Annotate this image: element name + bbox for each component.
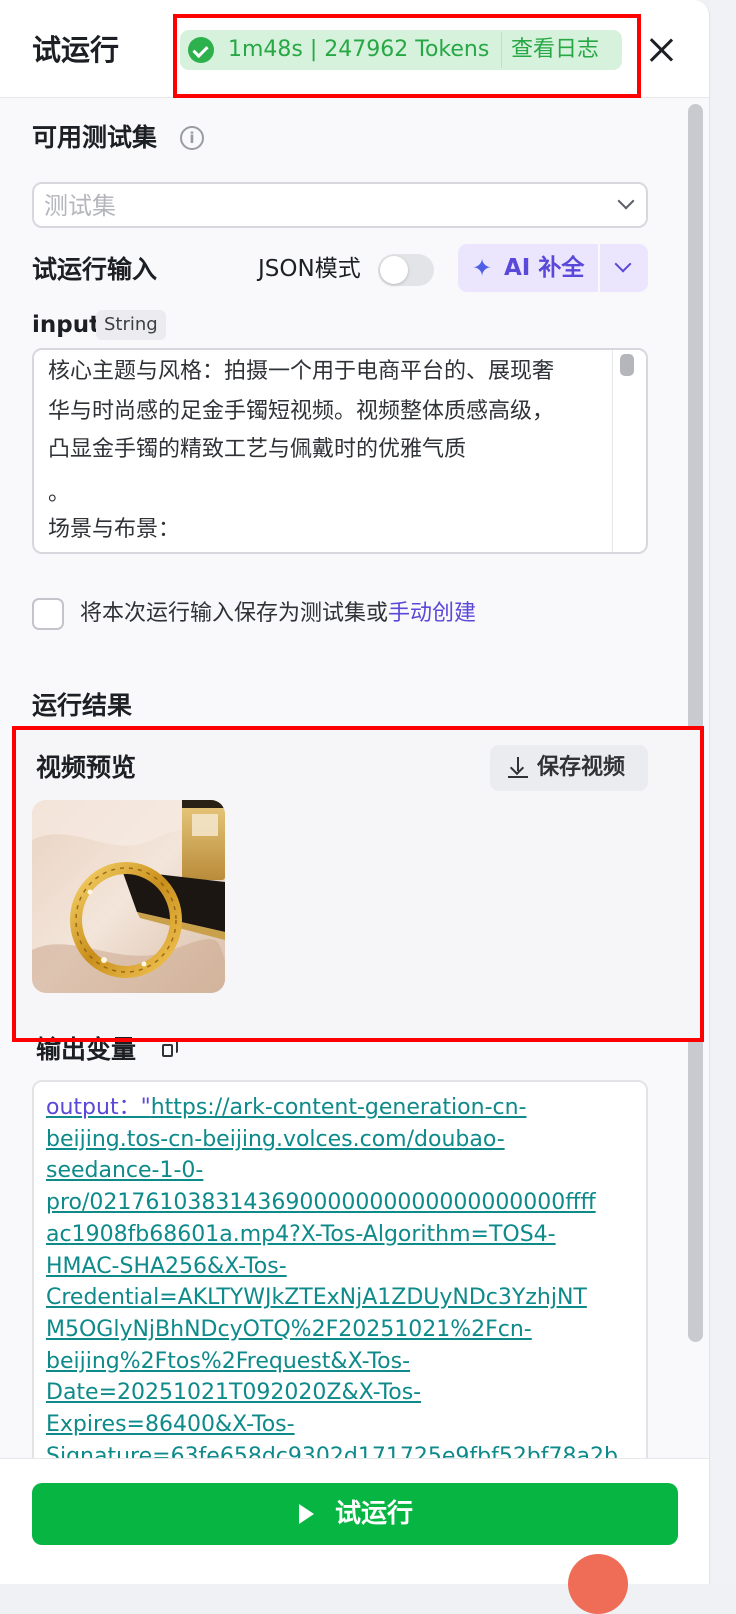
close-icon[interactable]: [646, 34, 676, 64]
input-text-line: 核心主题与风格：拍摄一个用于电商平台的、展现奢: [48, 359, 555, 384]
input-text-line: 华与时尚感的足金手镯短视频。视频整体质感高级，: [48, 399, 555, 424]
floating-assistant-button[interactable]: [568, 1554, 628, 1614]
panel-scrollbar-thumb[interactable]: [688, 104, 703, 1342]
input-text-line: 凸显金手镯的精致工艺与佩戴时的优雅气质: [48, 437, 467, 462]
chevron-down-icon: [617, 192, 635, 210]
test-set-placeholder: 测试集: [44, 192, 116, 220]
test-run-label: 试运行: [335, 1499, 414, 1529]
chevron-down-icon: [614, 255, 632, 273]
save-as-test-set-text: 将本次运行输入保存为测试集或手动创建: [80, 598, 476, 630]
ai-complete-label: AI 补全: [504, 255, 585, 281]
output-line[interactable]: HMAC-SHA256&X-Tos-: [46, 1251, 287, 1283]
info-icon[interactable]: i: [180, 126, 204, 150]
test-set-select[interactable]: 测试集: [32, 182, 648, 228]
textarea-scrollbar-thumb[interactable]: [620, 354, 634, 376]
output-line[interactable]: beijing.tos-cn-beijing.volces.com/doubao…: [46, 1124, 505, 1156]
output-line[interactable]: output："https://ark-content-generation-c…: [46, 1092, 526, 1124]
save-option-text: 将本次运行输入保存为测试集或: [80, 601, 389, 626]
input-type-badge: String: [96, 310, 166, 340]
output-line[interactable]: pro/0217610383143690000000000000000000ff…: [46, 1187, 596, 1219]
output-line[interactable]: Credential=AKLTYWJkZTExNjA1ZDUyNDc3YzhjN…: [46, 1282, 587, 1314]
json-mode-toggle[interactable]: [378, 254, 434, 286]
save-as-test-set-checkbox[interactable]: [32, 598, 64, 630]
page-title: 试运行: [32, 33, 120, 67]
toggle-knob: [380, 256, 408, 284]
sparkle-icon: ✦: [472, 254, 493, 282]
json-mode-label: JSON模式: [258, 256, 361, 282]
input-text-line: 场景与布景：: [48, 517, 181, 542]
right-gutter: [711, 0, 736, 1584]
input-textarea[interactable]: 核心主题与风格：拍摄一个用于电商平台的、展现奢 华与时尚感的足金手镯短视频。视频…: [32, 348, 648, 554]
test-set-label: 可用测试集: [32, 123, 158, 152]
test-run-panel: 试运行 1m48s | 247962 Tokens 查看日志 可用测试集 i 测…: [0, 0, 710, 1584]
manual-create-link[interactable]: 手动创建: [388, 601, 476, 626]
input-variable-name: input: [32, 312, 101, 338]
output-line[interactable]: Expires=86400&X-Tos-: [46, 1409, 295, 1441]
output-line[interactable]: seedance-1-0-: [46, 1155, 203, 1187]
output-line[interactable]: Date=20251021T092020Z&X-Tos-: [46, 1377, 421, 1409]
run-results-label: 运行结果: [32, 691, 133, 720]
output-url-part[interactable]: https://ark-content-generation-cn-: [151, 1095, 527, 1120]
input-text-line: 。: [48, 481, 71, 506]
run-input-label: 试运行输入: [32, 255, 158, 284]
output-value-box: output："https://ark-content-generation-c…: [32, 1080, 648, 1470]
output-key: output：": [46, 1095, 151, 1120]
output-line[interactable]: M5OGlyNjBhNDcyOTQ%2F20251021%2Fcn-: [46, 1314, 532, 1346]
ai-complete-dropdown[interactable]: [600, 244, 648, 292]
output-line[interactable]: beijing%2Ftos%2Frequest&X-Tos-: [46, 1346, 410, 1378]
ai-complete-button[interactable]: ✦ AI 补全: [458, 244, 598, 292]
highlight-box-preview: [12, 726, 704, 1042]
copy-icon[interactable]: [162, 1040, 178, 1058]
play-icon: [299, 1504, 314, 1524]
highlight-box-status: [173, 14, 641, 98]
output-line[interactable]: ac1908fb68601a.mp4?X-Tos-Algorithm=TOS4-: [46, 1219, 556, 1251]
textarea-scrollbar[interactable]: [612, 350, 613, 552]
test-run-button[interactable]: 试运行: [32, 1483, 678, 1545]
